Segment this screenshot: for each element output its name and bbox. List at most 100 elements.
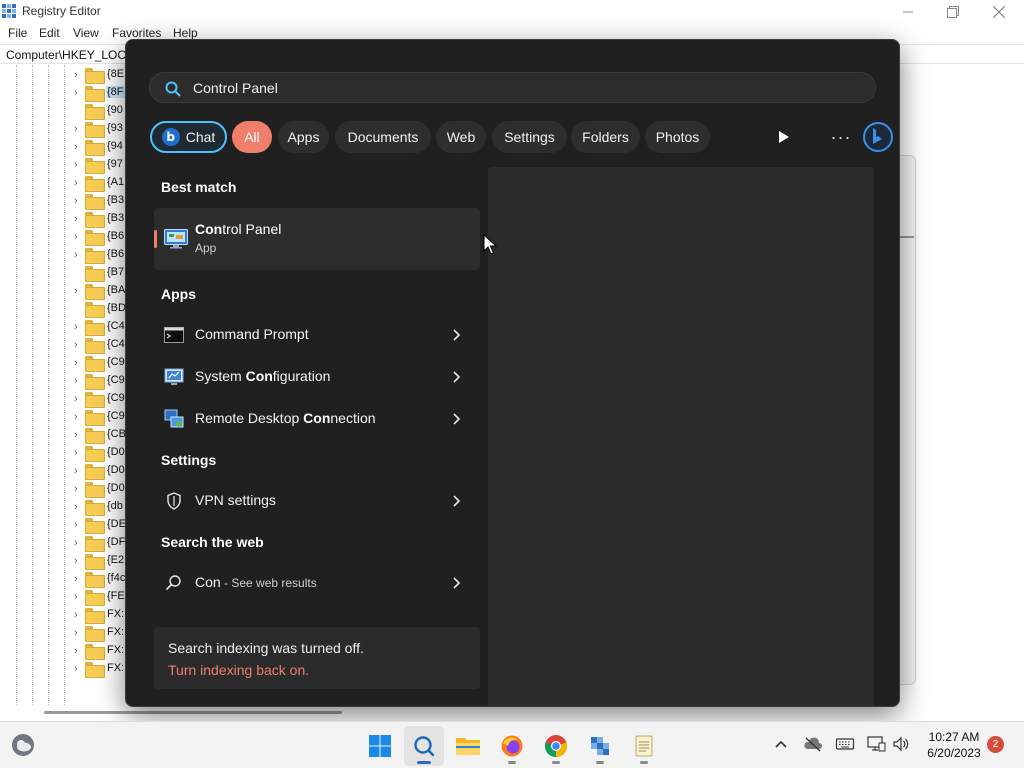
weather-widget-icon[interactable] [10,732,36,758]
filter-settings[interactable]: Settings [492,121,567,153]
expand-chevron-icon[interactable]: › [74,69,82,81]
folder-icon [85,536,105,552]
filter-photos[interactable]: Photos [645,121,710,153]
expand-chevron-icon[interactable]: › [74,123,82,135]
app-result-command-prompt[interactable]: Command Prompt [154,315,480,355]
expand-chevron-icon[interactable]: › [74,411,82,423]
settings-result-vpn[interactable]: VPN settings [154,481,480,521]
folder-icon [85,500,105,516]
menu-edit[interactable]: Edit [39,26,60,40]
app-result-system-configuration[interactable]: System Configuration [154,357,480,397]
expand-chevron-icon[interactable]: › [74,87,82,99]
volume-icon[interactable] [891,734,911,754]
expand-chevron-icon[interactable]: › [74,537,82,549]
restore-button[interactable] [930,0,976,24]
selection-accent [154,230,157,248]
filter-documents[interactable]: Documents [335,121,431,153]
app-result-remote-desktop[interactable]: Remote Desktop Connection [154,399,480,439]
web-result[interactable]: Con - See web results [154,563,480,603]
keyboard-icon[interactable] [835,734,855,754]
expand-chevron-icon[interactable]: › [74,159,82,171]
expand-chevron-icon[interactable]: › [74,429,82,441]
registry-key-label: {8F [106,86,125,98]
expand-chevron-icon[interactable]: › [74,321,82,333]
search-button[interactable] [404,726,444,766]
close-button[interactable] [976,0,1022,24]
registry-editor-button[interactable] [580,726,620,766]
expand-chevron-icon[interactable]: › [74,519,82,531]
registry-key-label: {8E [107,68,125,80]
system-clock[interactable]: 10:27 AM 6/20/2023 [920,729,988,761]
search-box[interactable] [149,72,876,103]
onedrive-icon[interactable] [803,734,823,754]
expand-chevron-icon[interactable]: › [74,231,82,243]
filter-folders[interactable]: Folders [571,121,640,153]
folder-icon [85,446,105,462]
show-hidden-icons-chevron-up-icon[interactable] [771,734,791,754]
expand-chevron-icon[interactable]: › [74,285,82,297]
play-icon[interactable] [774,128,792,146]
more-options-button[interactable]: ··· [823,121,859,153]
expand-chevron-icon[interactable]: › [74,141,82,153]
folder-icon [85,284,105,300]
chevron-right-icon[interactable] [450,494,464,508]
scrollbar-thumb[interactable] [44,711,342,714]
expand-chevron-icon[interactable]: › [74,339,82,351]
expand-chevron-icon[interactable]: › [74,393,82,405]
notification-badge[interactable]: 2 [987,736,1004,753]
menu-favorites[interactable]: Favorites [112,26,161,40]
registry-key-label: {C4 [107,320,125,332]
folder-icon [85,176,105,192]
file-explorer-button[interactable] [448,726,488,766]
expand-chevron-icon[interactable]: › [74,555,82,567]
expand-chevron-icon[interactable]: › [74,627,82,639]
expand-chevron-icon[interactable]: › [74,609,82,621]
expand-chevron-icon[interactable]: › [74,591,82,603]
expand-chevron-icon[interactable]: › [74,645,82,657]
expand-chevron-icon[interactable]: › [74,249,82,261]
expand-chevron-icon[interactable]: › [74,663,82,675]
search-input[interactable] [193,78,833,98]
expand-chevron-icon[interactable]: › [74,195,82,207]
menu-file[interactable]: File [8,26,27,40]
expand-chevron-icon[interactable]: › [74,177,82,189]
registry-key-label: FX: [107,644,125,656]
network-icon[interactable] [866,734,886,754]
menu-view[interactable]: View [73,26,99,40]
bing-icon[interactable] [862,121,894,153]
filter-chat[interactable]: b Chat [150,121,227,153]
notepad-button[interactable] [624,726,664,766]
registry-key-label: {B6 [107,230,125,242]
minimize-button[interactable] [885,0,931,24]
web-result-label: Con - See web results [195,574,317,590]
expand-chevron-icon[interactable]: › [74,465,82,477]
filter-web[interactable]: Web [436,121,486,153]
chevron-right-icon[interactable] [450,328,464,342]
filter-apps[interactable]: Apps [278,121,329,153]
chevron-right-icon[interactable] [450,370,464,384]
expand-chevron-icon[interactable]: › [74,213,82,225]
registry-key-label: {90 [107,104,123,116]
expand-chevron-icon[interactable]: › [74,357,82,369]
expand-chevron-icon[interactable]: › [74,447,82,459]
chrome-button[interactable] [536,726,576,766]
command-prompt-icon [164,327,184,343]
expand-chevron-icon[interactable]: › [74,573,82,585]
filter-all[interactable]: All [232,121,272,153]
registry-key-label: {A1 [107,176,125,188]
chevron-right-icon[interactable] [450,576,464,590]
indexing-message: Search indexing was turned off. [168,640,364,656]
chevron-right-icon[interactable] [450,412,464,426]
firefox-button[interactable] [492,726,532,766]
start-button[interactable] [360,726,400,766]
expand-chevron-icon[interactable]: › [74,375,82,387]
expand-chevron-icon[interactable]: › [74,501,82,513]
menu-help[interactable]: Help [173,26,198,40]
tree-horizontal-scrollbar[interactable] [0,705,380,721]
best-match-result[interactable]: Control Panel App [154,208,480,270]
expand-chevron-icon[interactable]: › [74,483,82,495]
folder-icon [85,140,105,156]
folder-icon [85,194,105,210]
window-title: Registry Editor [22,4,101,18]
turn-indexing-on-link[interactable]: Turn indexing back on. [168,662,309,678]
